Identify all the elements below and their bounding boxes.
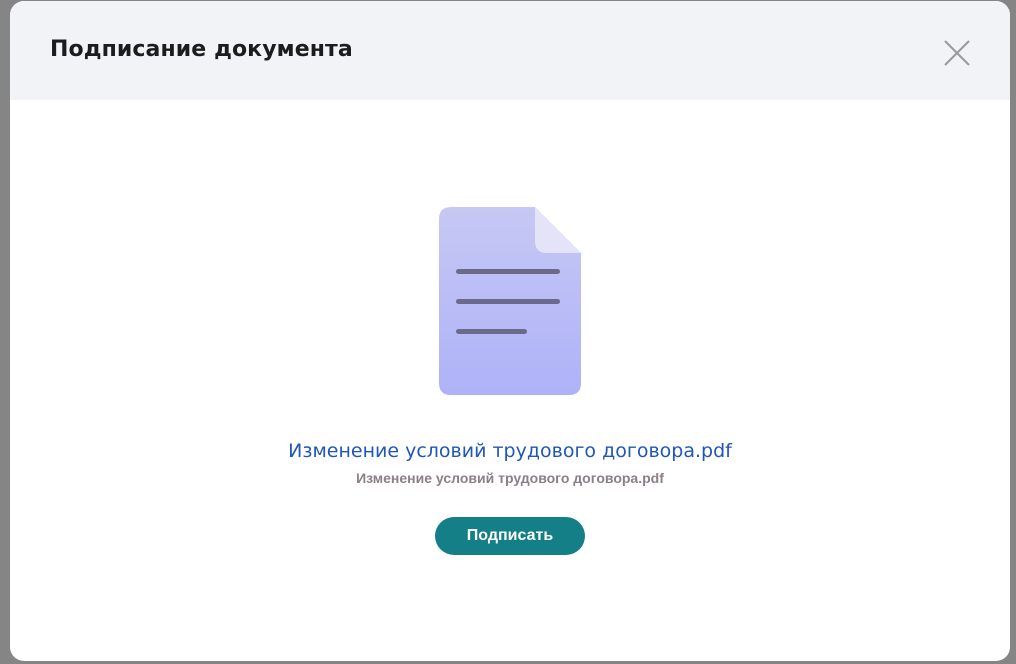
sign-document-dialog: Подписание документа Изменение условий т… xyxy=(10,1,1010,661)
close-icon[interactable] xyxy=(940,36,974,70)
dialog-title: Подписание документа xyxy=(50,37,353,62)
document-link[interactable]: Изменение условий трудового договора.pdf xyxy=(10,440,1010,462)
sign-button[interactable]: Подписать xyxy=(435,517,585,555)
document-icon xyxy=(439,207,581,397)
document-filename: Изменение условий трудового договора.pdf xyxy=(356,470,664,486)
dialog-header: Подписание документа xyxy=(10,1,1010,100)
